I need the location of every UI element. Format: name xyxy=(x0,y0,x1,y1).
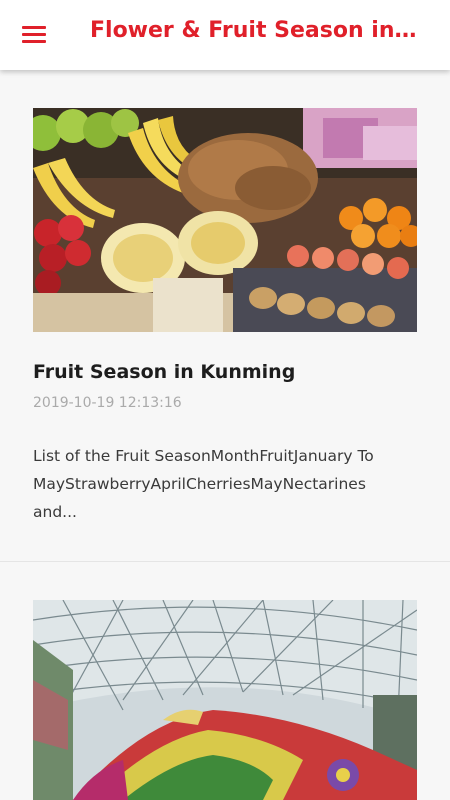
article-card[interactable]: Fruit Season in Kunming 2019-10-19 12:13… xyxy=(0,70,450,562)
flower-garden-glass-dome-photo xyxy=(33,600,417,800)
page-title: Flower & Fruit Season in Kunming xyxy=(90,18,420,43)
article-image[interactable] xyxy=(33,600,417,800)
article-date: 2019-10-19 12:13:16 xyxy=(33,395,182,411)
fruit-market-stall-photo xyxy=(33,108,417,332)
app-bar: Flower & Fruit Season in Kunming xyxy=(0,0,450,70)
hamburger-menu-icon[interactable] xyxy=(22,24,48,46)
article-title[interactable]: Fruit Season in Kunming xyxy=(33,361,417,383)
article-image[interactable] xyxy=(33,108,417,332)
article-card[interactable] xyxy=(0,562,450,800)
article-excerpt: List of the Fruit SeasonMonthFruitJanuar… xyxy=(33,447,374,521)
